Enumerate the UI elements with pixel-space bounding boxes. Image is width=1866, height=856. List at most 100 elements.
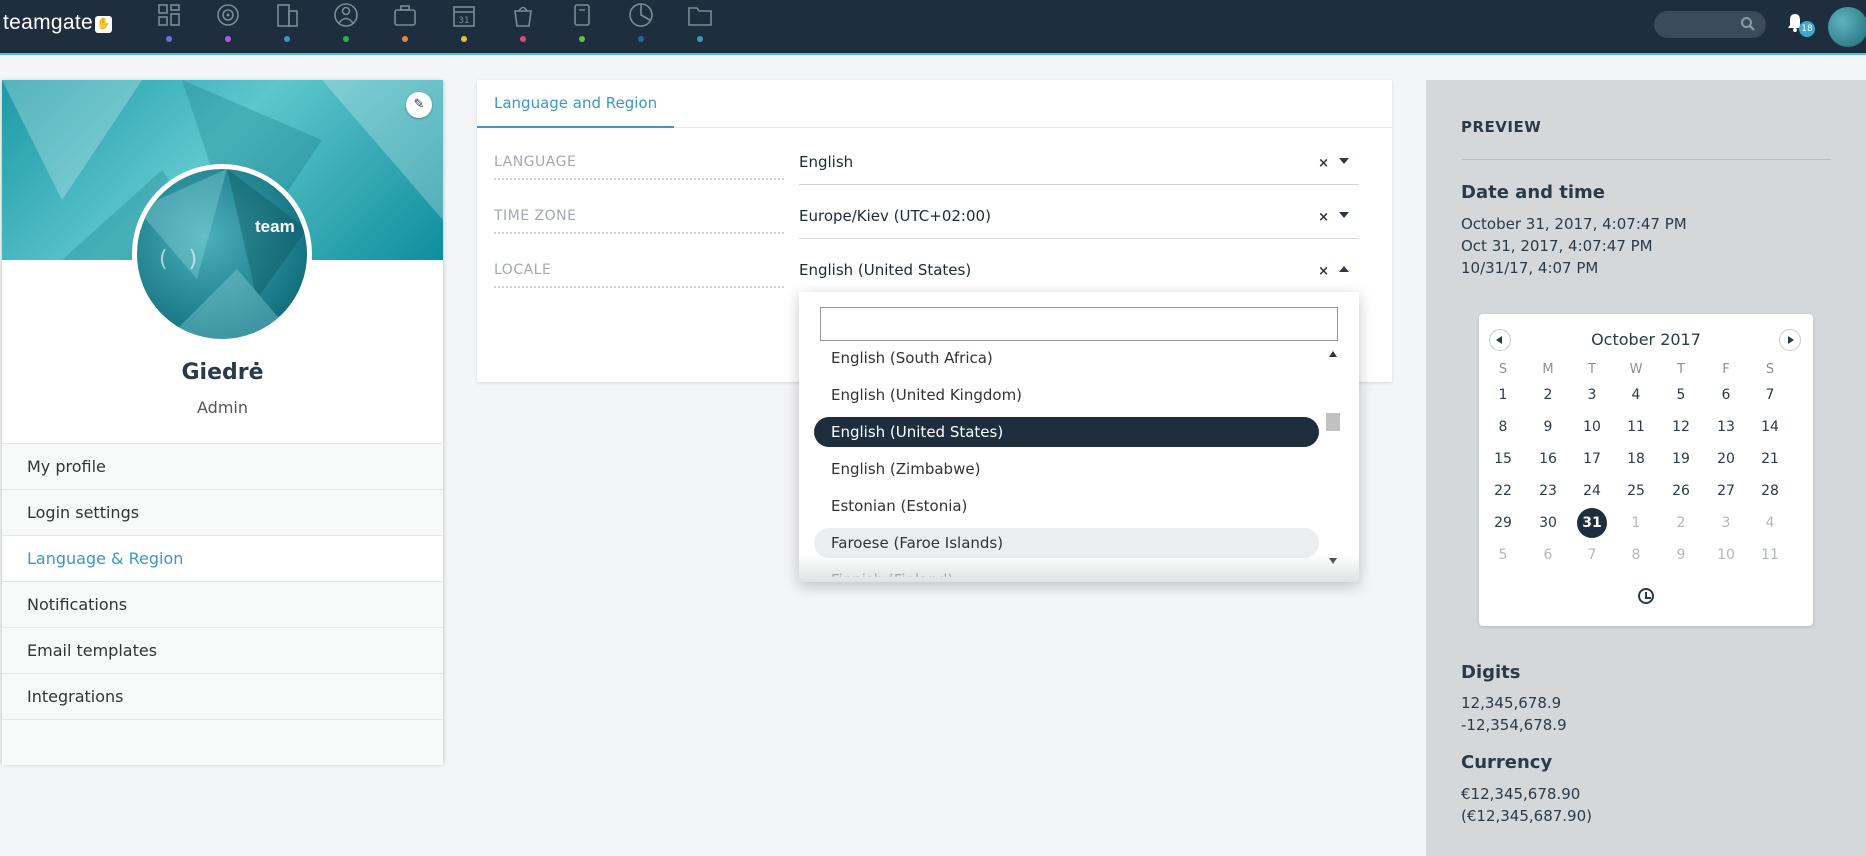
pencil-icon: ✎ <box>413 97 425 112</box>
calendar-day[interactable]: 27 <box>1711 476 1741 506</box>
calendar-day[interactable]: 10 <box>1577 412 1607 442</box>
locale-option-list: English (South Africa) English (United Ki… <box>814 347 1319 577</box>
calendar-day[interactable]: 2 <box>1666 508 1696 538</box>
nav-document-button[interactable] <box>568 2 596 44</box>
calendar-day[interactable]: 28 <box>1755 476 1785 506</box>
calendar-day[interactable]: 5 <box>1666 380 1696 410</box>
nav-target-button[interactable] <box>214 2 242 44</box>
people-icon <box>334 3 358 27</box>
calendar-widget: October 2017 SMTWTFS 1 2 3 4 5 6 7 8 9 10 11 12 13 14… <box>1479 314 1813 626</box>
language-select[interactable]: English × <box>799 153 1359 185</box>
locale-select[interactable]: English (United States) × <box>799 261 1359 293</box>
menu-item-email-templates[interactable]: Email templates <box>2 627 443 673</box>
scrollbar-thumb[interactable] <box>1326 413 1340 431</box>
calendar-weekday: S <box>1498 362 1508 377</box>
calendar-day[interactable]: 13 <box>1711 412 1741 442</box>
language-label: LANGUAGE <box>494 154 784 180</box>
calendar-day[interactable]: 6 <box>1711 380 1741 410</box>
calendar-day[interactable]: 1 <box>1621 508 1651 538</box>
calendar-day[interactable]: 18 <box>1621 444 1651 474</box>
calendar-day[interactable]: 11 <box>1755 540 1785 570</box>
edit-cover-button[interactable]: ✎ <box>406 92 432 118</box>
menu-item-integrations[interactable]: Integrations <box>2 673 443 719</box>
logo[interactable]: teamgate ✋ <box>3 11 112 35</box>
calendar-day[interactable]: 6 <box>1533 540 1563 570</box>
calendar-day[interactable]: 4 <box>1755 508 1785 538</box>
calendar-day[interactable]: 26 <box>1666 476 1696 506</box>
clear-icon[interactable]: × <box>1318 264 1329 279</box>
locale-option[interactable]: English (United States) <box>814 417 1319 447</box>
calendar-day[interactable]: 23 <box>1533 476 1563 506</box>
nav-building-button[interactable] <box>273 2 301 44</box>
nav-people-button[interactable] <box>332 2 360 44</box>
nav-dashboard-button[interactable] <box>155 2 183 44</box>
calendar-day[interactable]: 7 <box>1577 540 1607 570</box>
digits-positive: 12,345,678.9 <box>1461 694 1562 712</box>
tab-language-and-region[interactable]: Language and Region <box>477 80 675 128</box>
calendar-day[interactable]: 16 <box>1533 444 1563 474</box>
calendar-day[interactable]: 11 <box>1621 412 1651 442</box>
calendar-day[interactable]: 20 <box>1711 444 1741 474</box>
calendar-day[interactable]: 7 <box>1755 380 1785 410</box>
time-zone-select[interactable]: Europe/Kiev (UTC+02:00) × <box>799 207 1359 239</box>
calendar-day[interactable]: 29 <box>1488 508 1518 538</box>
logo-text: teamgate <box>3 11 93 34</box>
calendar-day[interactable]: 1 <box>1488 380 1518 410</box>
top-navigation-bar: teamgate ✋ 31 18 <box>0 0 1866 55</box>
clear-icon[interactable]: × <box>1318 156 1329 171</box>
calendar-day[interactable]: 19 <box>1666 444 1696 474</box>
scroll-up-arrow-icon[interactable] <box>1329 351 1337 357</box>
profile-avatar[interactable]: team ( ) <box>132 164 312 344</box>
locale-search-input[interactable] <box>820 307 1338 341</box>
calendar-day[interactable]: 8 <box>1621 540 1651 570</box>
global-search-input[interactable] <box>1654 11 1766 38</box>
locale-option[interactable]: English (United Kingdom) <box>814 380 1319 410</box>
calendar-day[interactable]: 9 <box>1666 540 1696 570</box>
calendar-day[interactable]: 3 <box>1577 380 1607 410</box>
calendar-day[interactable]: 25 <box>1621 476 1651 506</box>
calendar-day[interactable]: 15 <box>1488 444 1518 474</box>
calendar-day[interactable]: 24 <box>1577 476 1607 506</box>
chevron-down-icon[interactable] <box>1339 212 1349 218</box>
calendar-day[interactable]: 21 <box>1755 444 1785 474</box>
calendar-day[interactable]: 2 <box>1533 380 1563 410</box>
calendar-day[interactable]: 10 <box>1711 540 1741 570</box>
calendar-day[interactable]: 17 <box>1577 444 1607 474</box>
chevron-down-icon[interactable] <box>1339 158 1349 164</box>
next-month-button[interactable] <box>1779 329 1801 351</box>
calendar-day[interactable]: 22 <box>1488 476 1518 506</box>
clock-icon[interactable] <box>1638 588 1654 604</box>
nav-pie-chart-button[interactable] <box>627 2 655 44</box>
nav-calendar-button[interactable]: 31 <box>450 2 478 44</box>
locale-option[interactable]: Estonian (Estonia) <box>814 491 1319 521</box>
calendar-day[interactable]: 5 <box>1488 540 1518 570</box>
nav-indicator-dot <box>343 36 349 42</box>
nav-indicator-dot <box>166 36 172 42</box>
calendar-day[interactable]: 9 <box>1533 412 1563 442</box>
menu-item-my-profile[interactable]: My profile <box>2 443 443 489</box>
calendar-day[interactable]: 4 <box>1621 380 1651 410</box>
chevron-up-icon[interactable] <box>1339 266 1349 272</box>
clear-icon[interactable]: × <box>1318 210 1329 225</box>
preview-title: PREVIEW <box>1461 118 1542 136</box>
svg-text:31: 31 <box>458 16 469 26</box>
notification-badge: 18 <box>1799 21 1815 37</box>
calendar-day[interactable]: 3 <box>1711 508 1741 538</box>
menu-item-language-region[interactable]: Language & Region <box>2 535 443 581</box>
calendar-day[interactable]: 12 <box>1666 412 1696 442</box>
user-avatar[interactable] <box>1828 7 1866 47</box>
calendar-day[interactable]: 14 <box>1755 412 1785 442</box>
menu-item-login-settings[interactable]: Login settings <box>2 489 443 535</box>
locale-option[interactable]: English (Zimbabwe) <box>814 454 1319 484</box>
dropdown-scrollbar[interactable] <box>1326 347 1340 572</box>
calendar-day-today[interactable]: 31 <box>1577 508 1607 538</box>
calendar-day[interactable]: 8 <box>1488 412 1518 442</box>
calendar-day[interactable]: 30 <box>1533 508 1563 538</box>
nav-briefcase-button[interactable] <box>391 2 419 44</box>
menu-item-notifications[interactable]: Notifications <box>2 581 443 627</box>
nav-indicator-dot <box>284 36 290 42</box>
nav-shopping-bag-button[interactable] <box>509 2 537 44</box>
nav-folder-button[interactable] <box>686 2 714 44</box>
locale-option[interactable]: English (South Africa) <box>814 347 1319 373</box>
nav-indicator-dot <box>579 36 585 42</box>
